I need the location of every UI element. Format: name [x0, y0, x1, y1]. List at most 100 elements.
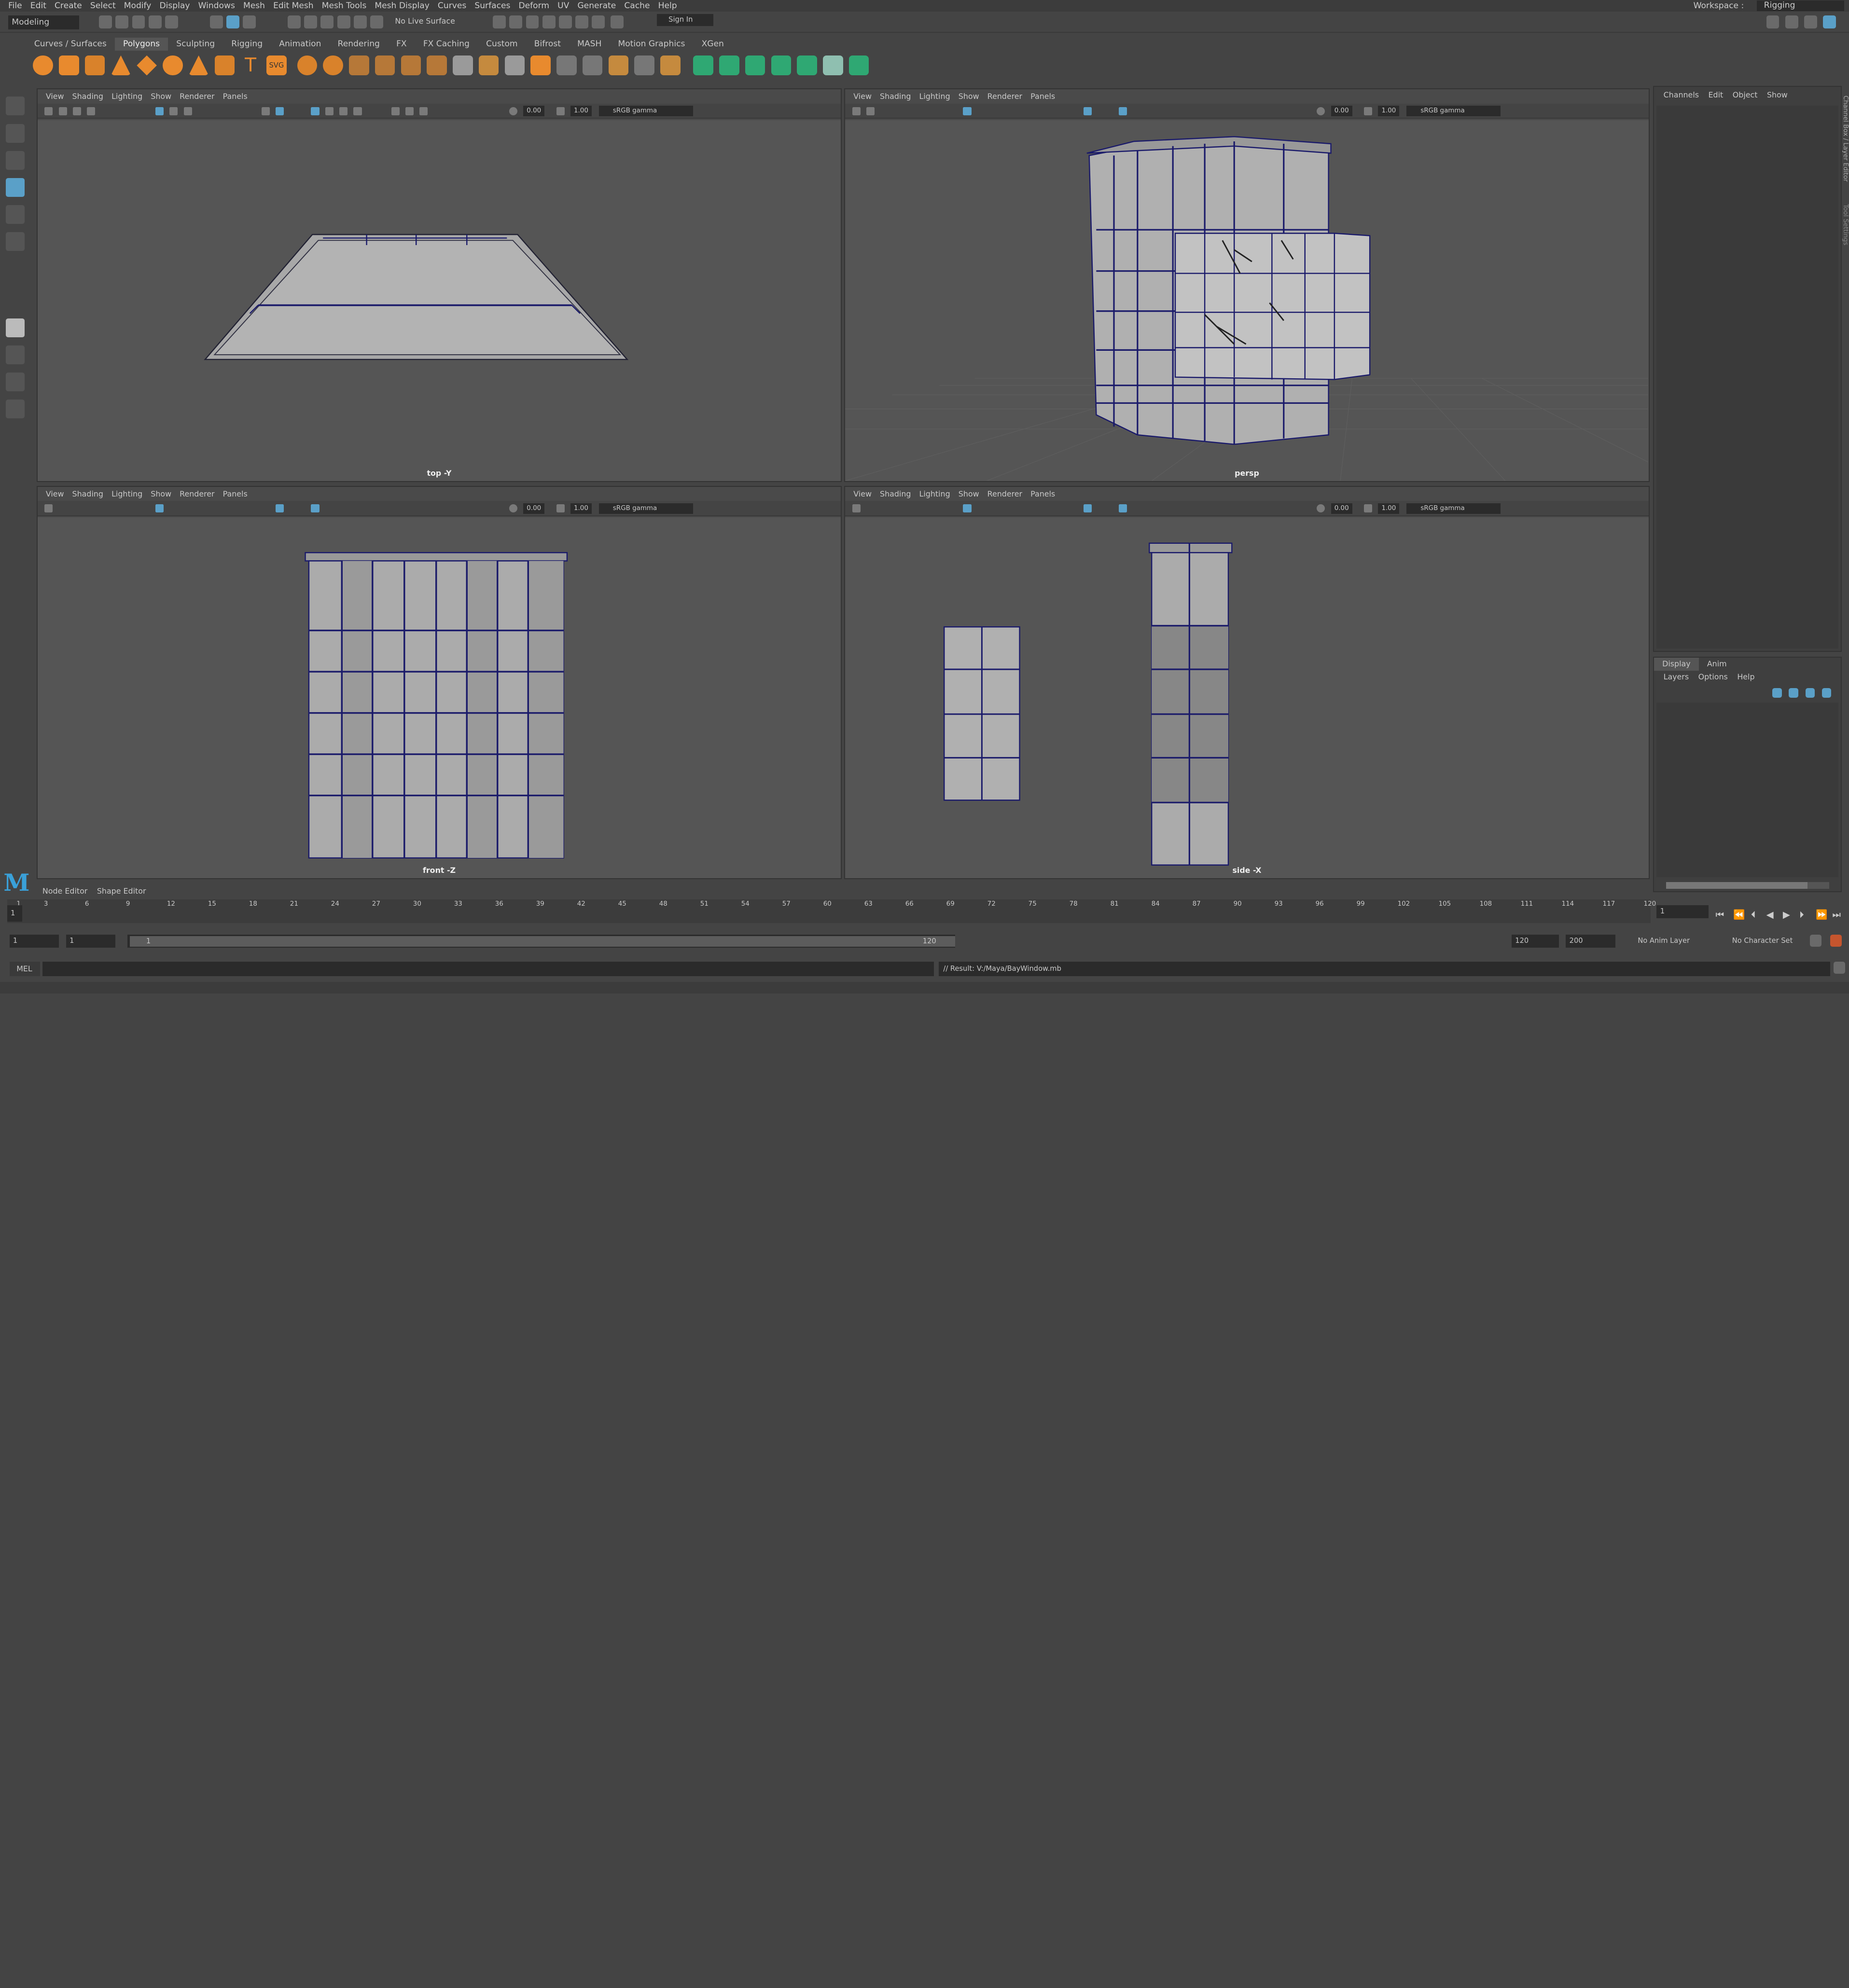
- play-back-icon[interactable]: ◀: [1766, 909, 1774, 920]
- channel-box-body[interactable]: [1656, 106, 1839, 649]
- camera-attr-icon[interactable]: [866, 107, 875, 115]
- uv-camera-icon[interactable]: [797, 55, 817, 76]
- workspace-dropdown[interactable]: Rigging: [1757, 0, 1844, 12]
- light-editor-icon[interactable]: [592, 15, 605, 28]
- scale-tool-icon[interactable]: [6, 178, 25, 197]
- exposure-icon[interactable]: [509, 107, 517, 115]
- single-view-icon[interactable]: [6, 318, 25, 337]
- two-view-icon[interactable]: [6, 372, 25, 392]
- open-scene-icon[interactable]: [115, 15, 129, 28]
- snap-curve-icon[interactable]: [304, 15, 318, 28]
- viewport-persp[interactable]: View Shading Lighting Show Renderer Pane…: [844, 88, 1650, 483]
- torus-icon[interactable]: [163, 55, 183, 76]
- render-frame-icon[interactable]: [509, 15, 523, 28]
- menu-file[interactable]: File: [8, 1, 22, 11]
- grid-icon[interactable]: [963, 107, 972, 115]
- hypershade-icon[interactable]: [558, 15, 572, 28]
- layer-scrollbar[interactable]: [1666, 882, 1829, 889]
- wireframe-on-shaded-icon[interactable]: [311, 107, 320, 115]
- pipe-icon[interactable]: [214, 55, 235, 76]
- viewport-canvas-side[interactable]: side -X: [845, 517, 1649, 879]
- menu-mesh-tools[interactable]: Mesh Tools: [322, 1, 367, 11]
- auto-key-icon[interactable]: [1810, 935, 1822, 947]
- layers-menu[interactable]: Layers: [1664, 671, 1689, 684]
- viewport-front[interactable]: View Shading Lighting Show Renderer Pane…: [36, 485, 842, 880]
- step-forward-frame-icon[interactable]: ⏵: [1799, 909, 1804, 920]
- vp-menu-shading[interactable]: Shading: [880, 89, 911, 103]
- vp-menu-lighting[interactable]: Lighting: [111, 487, 142, 501]
- time-slider[interactable]: 1 3 6 9 12 15 18 21 24 27 30 33 36 39 42 45 48 51 54 57 60 63…: [7, 899, 1656, 923]
- vp-menu-lighting[interactable]: Lighting: [919, 89, 950, 103]
- sign-in-button[interactable]: Sign In: [656, 14, 713, 26]
- menu-uv[interactable]: UV: [557, 1, 569, 11]
- svg-icon[interactable]: SVG: [266, 55, 287, 76]
- sphere-icon[interactable]: [33, 55, 53, 76]
- camera-icon[interactable]: [852, 107, 861, 115]
- node-editor-tab[interactable]: Node Editor: [42, 884, 87, 898]
- redo-icon[interactable]: [165, 15, 178, 28]
- playback-start-field[interactable]: 1: [66, 935, 116, 948]
- quad-draw-icon[interactable]: [660, 55, 681, 76]
- viewport-canvas-persp[interactable]: persp: [845, 120, 1649, 482]
- vp-menu-renderer[interactable]: Renderer: [987, 487, 1022, 501]
- channel-object-menu[interactable]: Object: [1733, 87, 1758, 103]
- save-scene-icon[interactable]: [132, 15, 145, 28]
- wireframe-icon[interactable]: [261, 107, 270, 115]
- menu-deform[interactable]: Deform: [518, 1, 549, 11]
- append-icon[interactable]: [556, 55, 577, 76]
- tool-settings-side-tab[interactable]: Tool Settings: [1842, 204, 1849, 245]
- playback-end-field[interactable]: 120: [1511, 935, 1559, 948]
- uv-cylindrical-icon[interactable]: [719, 55, 739, 76]
- lasso-icon[interactable]: [6, 124, 25, 143]
- ipr-render-icon[interactable]: [526, 15, 539, 28]
- go-start-icon[interactable]: ⏮: [1716, 909, 1724, 920]
- vp-menu-lighting[interactable]: Lighting: [111, 89, 142, 103]
- layer-list[interactable]: [1656, 702, 1839, 878]
- uv-auto-icon[interactable]: [771, 55, 792, 76]
- step-forward-key-icon[interactable]: ⏩: [1816, 909, 1827, 920]
- wireframe-on-shaded-icon[interactable]: [1118, 504, 1127, 513]
- shelf-tab-custom[interactable]: Custom: [478, 38, 526, 51]
- snap-grid-icon[interactable]: [288, 15, 301, 28]
- exposure-field[interactable]: 0.00: [1331, 106, 1352, 117]
- ambient-occlusion-icon[interactable]: [391, 107, 400, 115]
- cone-icon[interactable]: [111, 55, 131, 76]
- command-input[interactable]: [42, 962, 934, 976]
- script-language-toggle[interactable]: MEL: [9, 962, 41, 976]
- select-tool-icon[interactable]: [6, 97, 25, 116]
- vp-menu-panels[interactable]: Panels: [1030, 89, 1055, 103]
- help-menu[interactable]: Help: [1737, 671, 1754, 684]
- rotate-tool-icon[interactable]: [6, 205, 25, 224]
- vp-menu-view[interactable]: View: [46, 487, 64, 501]
- shelf-tab-motion-graphics[interactable]: Motion Graphics: [610, 38, 693, 51]
- film-gate-icon[interactable]: [169, 107, 178, 115]
- camera-icon[interactable]: [44, 107, 53, 115]
- shelf-tab-curves[interactable]: Curves / Surfaces: [26, 38, 115, 51]
- shelf-tab-xgen[interactable]: XGen: [693, 38, 732, 51]
- vp-menu-panels[interactable]: Panels: [223, 487, 248, 501]
- exposure-field[interactable]: 0.00: [523, 503, 545, 514]
- snap-surface-icon[interactable]: [353, 15, 367, 28]
- camera-icon[interactable]: [852, 504, 861, 513]
- current-frame-marker[interactable]: 1: [7, 905, 23, 922]
- combine-icon[interactable]: [297, 55, 318, 76]
- script-editor-icon[interactable]: [1833, 962, 1846, 974]
- menu-help[interactable]: Help: [658, 1, 677, 11]
- image-plane-icon[interactable]: [87, 107, 96, 115]
- color-space-dropdown[interactable]: sRGB gamma: [598, 503, 694, 514]
- attribute-editor-icon[interactable]: [1785, 15, 1798, 28]
- wireframe-on-shaded-icon[interactable]: [311, 504, 320, 513]
- snap-view-icon[interactable]: [337, 15, 350, 28]
- shelf-tab-sculpting[interactable]: Sculpting: [168, 38, 223, 51]
- range-slider[interactable]: 1 120: [127, 935, 955, 948]
- vp-menu-renderer[interactable]: Renderer: [987, 89, 1022, 103]
- gamma-icon[interactable]: [556, 504, 565, 513]
- gamma-icon[interactable]: [1364, 504, 1373, 513]
- select-object-icon[interactable]: [226, 15, 239, 28]
- step-back-frame-icon[interactable]: ⏴: [1751, 909, 1756, 920]
- camera-attr-icon[interactable]: [58, 107, 67, 115]
- menu-mesh-display[interactable]: Mesh Display: [375, 1, 429, 11]
- new-layer-selected-icon[interactable]: [1821, 688, 1832, 698]
- viewport-side[interactable]: View Shading Lighting Show Renderer Pane…: [844, 485, 1650, 880]
- menu-select[interactable]: Select: [90, 1, 116, 11]
